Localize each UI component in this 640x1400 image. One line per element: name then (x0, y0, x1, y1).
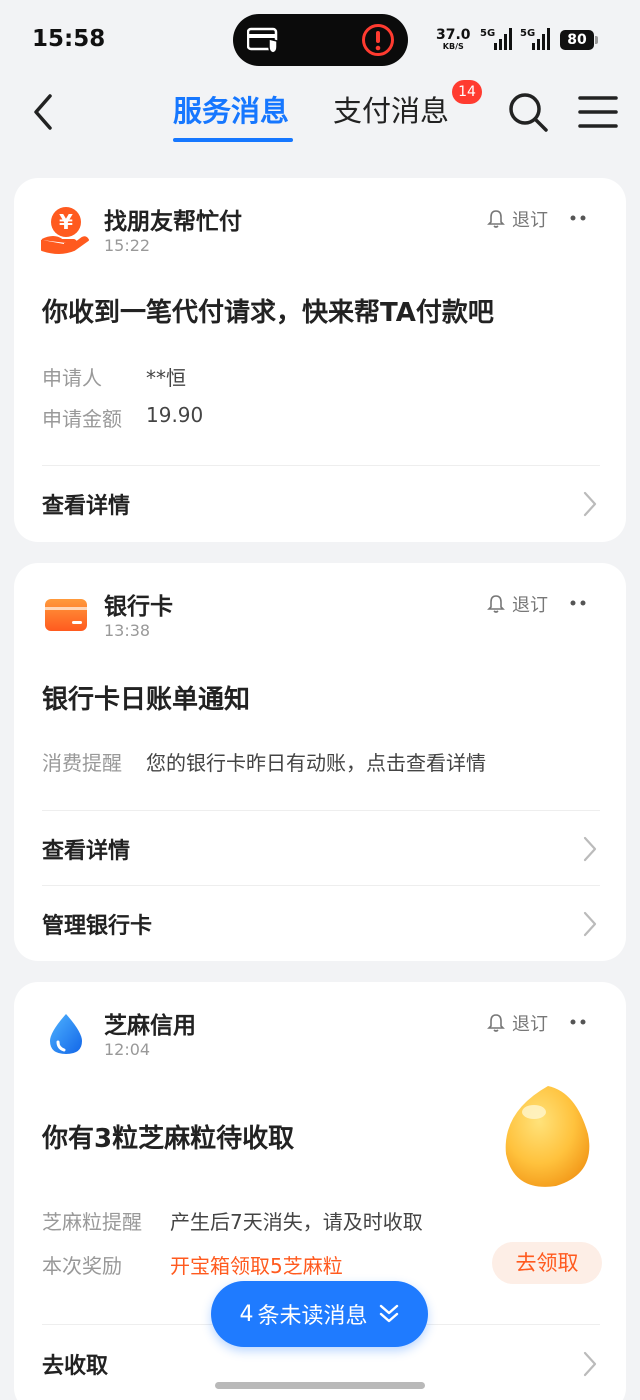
sesame-drop-icon (50, 1014, 82, 1054)
unsubscribe-button[interactable]: 退订 (486, 206, 548, 232)
battery-icon: 80 (560, 30, 598, 50)
info-row: 消费提醒 您的银行卡昨日有动账，点击查看详情 (42, 747, 486, 776)
unread-label: 条未读消息 (257, 1304, 368, 1329)
chevron-right-icon (583, 491, 597, 517)
link-label: 去收取 (42, 1354, 109, 1379)
more-icon[interactable] (569, 1012, 589, 1032)
active-tab-indicator (173, 138, 293, 142)
search-icon[interactable] (506, 90, 550, 134)
link-label: 查看详情 (42, 839, 131, 864)
collect-link[interactable]: 去收取 (42, 1344, 600, 1384)
message-headline: 你收到一笔代付请求，快来帮TA付款吧 (42, 298, 494, 328)
info-row: 本次奖励 开宝箱领取5芝麻粒 (42, 1250, 343, 1279)
service-name: 芝麻信用 (104, 1013, 196, 1039)
divider (42, 465, 600, 466)
info-value: 产生后7天消失，请及时收取 (170, 1210, 423, 1234)
info-row: 申请人 **恒 (42, 362, 186, 391)
info-key: 申请金额 (42, 407, 122, 431)
divider (42, 810, 600, 811)
signal-5g-icon-2: 5G (520, 28, 550, 50)
dynamic-island (233, 14, 408, 66)
sesame-bean-icon (505, 1086, 590, 1187)
menu-icon[interactable] (578, 92, 618, 132)
bell-icon (487, 595, 505, 613)
info-value: **恒 (146, 366, 186, 390)
signal-5g-icon: 5G (480, 28, 512, 50)
chevron-right-icon (583, 1351, 597, 1377)
chevron-right-icon (583, 911, 597, 937)
unread-count: 4 (239, 1301, 254, 1327)
tab-payment-messages[interactable]: 支付消息 (333, 88, 449, 130)
message-time: 12:04 (104, 1040, 151, 1059)
card-shield-icon (247, 27, 278, 54)
more-icon[interactable] (569, 208, 589, 228)
network-speed-value: 37.0 (436, 27, 471, 43)
info-key: 本次奖励 (42, 1254, 122, 1278)
service-name: 银行卡 (104, 594, 173, 620)
yuan-hand-icon: ¥ (41, 207, 89, 254)
svg-text:5G: 5G (520, 28, 535, 39)
message-headline: 你有3粒芝麻粒待收取 (42, 1124, 295, 1154)
unread-badge: 14 (452, 80, 482, 104)
chevron-right-icon (583, 836, 597, 862)
divider (42, 885, 600, 886)
home-indicator[interactable] (215, 1382, 425, 1389)
more-icon[interactable] (569, 593, 589, 613)
reward-value: 开宝箱领取5芝麻粒 (170, 1254, 343, 1278)
tab-service-messages[interactable]: 服务消息 (173, 88, 289, 130)
message-time: 15:22 (104, 236, 151, 255)
network-speed: 37.0 KB/S (436, 28, 471, 51)
manage-bank-card-link[interactable]: 管理银行卡 (42, 904, 600, 944)
unsubscribe-button[interactable]: 退订 (486, 591, 548, 617)
bank-card-icon (45, 599, 87, 631)
service-name: 找朋友帮忙付 (104, 209, 242, 235)
unsubscribe-button[interactable]: 退订 (486, 1010, 548, 1036)
bell-icon (487, 210, 505, 228)
info-value: 您的银行卡昨日有动账，点击查看详情 (146, 751, 486, 775)
info-value: 19.90 (146, 403, 204, 427)
message-card[interactable]: 银行卡 13:38 退订 银行卡日账单通知 消费提醒 您的银行卡昨日有动账，点击… (14, 563, 626, 961)
double-chevron-down-icon (379, 1304, 398, 1323)
link-label: 管理银行卡 (42, 914, 153, 939)
message-card[interactable]: ¥ 找朋友帮忙付 15:22 退订 你收到一笔代付请求，快来帮TA付款吧 申请人… (14, 178, 626, 542)
back-button[interactable] (26, 90, 66, 134)
unsubscribe-label: 退订 (512, 210, 548, 231)
link-label: 查看详情 (42, 494, 131, 519)
claim-button[interactable]: 去领取 (492, 1242, 602, 1284)
message-time: 13:38 (104, 621, 151, 640)
status-bar: 15:58 37.0 KB/S 5G 5G 80 (0, 0, 640, 80)
unsubscribe-label: 退订 (512, 1014, 548, 1035)
svg-text:5G: 5G (480, 28, 495, 39)
message-headline: 银行卡日账单通知 (42, 685, 251, 715)
info-key: 申请人 (42, 366, 102, 390)
info-row: 芝麻粒提醒 产生后7天消失，请及时收取 (42, 1206, 423, 1235)
info-key: 消费提醒 (42, 751, 122, 775)
top-nav: 服务消息 支付消息 14 (0, 80, 640, 150)
network-speed-unit: KB/S (442, 42, 464, 51)
status-time: 15:58 (32, 26, 106, 52)
view-details-link[interactable]: 查看详情 (42, 829, 600, 869)
info-row: 申请金额 19.90 (42, 403, 203, 432)
unread-messages-button[interactable]: 4 条未读消息 (211, 1281, 428, 1347)
info-key: 芝麻粒提醒 (42, 1210, 142, 1234)
unsubscribe-label: 退订 (512, 595, 548, 616)
view-details-link[interactable]: 查看详情 (42, 484, 600, 524)
bell-icon (487, 1014, 505, 1032)
alert-icon (362, 24, 394, 56)
svg-text:¥: ¥ (59, 210, 73, 234)
